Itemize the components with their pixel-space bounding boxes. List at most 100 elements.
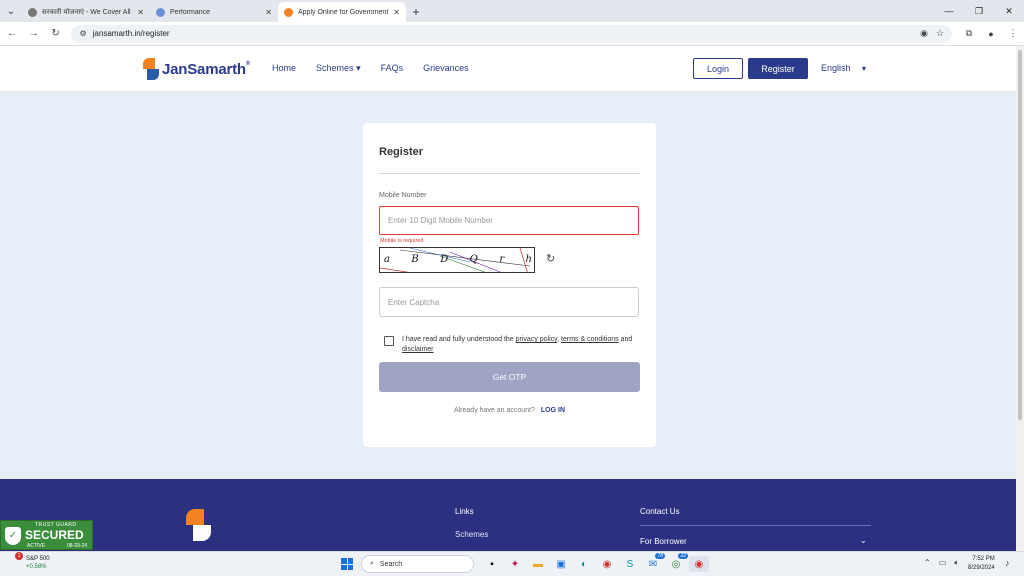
captcha-char: r xyxy=(499,254,505,265)
caret-down-icon: ▼ xyxy=(860,66,868,73)
search-icon: ⌕ xyxy=(370,560,374,567)
already-text: Already have an account? xyxy=(453,407,535,414)
tab-title: Performance xyxy=(170,8,211,16)
favicon-icon xyxy=(284,7,293,17)
url-input[interactable]: ⚙ jansamarth.in/register ◉ ☆ xyxy=(71,24,952,43)
chevron-down-icon[interactable]: ⌄ xyxy=(860,536,867,545)
register-button[interactable]: Register xyxy=(748,58,808,79)
for-borrower-accordion[interactable]: For Borrower xyxy=(640,537,687,546)
restore-icon[interactable]: ❐ xyxy=(964,0,994,22)
mobile-error-text: Mobile is required xyxy=(380,238,424,244)
whatsapp-icon[interactable]: ◎ 22 xyxy=(666,553,688,572)
tab-search-chevron-icon[interactable]: ⌄ xyxy=(0,0,22,22)
bookmark-star-icon[interactable]: ☆ xyxy=(936,28,944,39)
captcha-image: a B D Q r h xyxy=(379,247,535,273)
logo-mark-icon xyxy=(143,58,159,80)
close-icon[interactable]: ✕ xyxy=(265,8,272,17)
terms-link[interactable]: terms & conditions xyxy=(561,336,619,343)
browser-tab-1[interactable]: सरकारी योजनाएं - We Cover All G ✕ xyxy=(22,2,150,22)
browser-tab-3[interactable]: Apply Online for Government S ✕ xyxy=(278,2,406,22)
shield-icon: ✓ xyxy=(5,527,21,545)
caret-down-icon: ▾ xyxy=(356,63,361,73)
register-card: Register Mobile Number Enter 10 Digit Mo… xyxy=(363,123,656,447)
task-view-icon[interactable]: ▪ xyxy=(482,556,502,572)
app-s-icon[interactable]: S xyxy=(620,556,640,572)
network-icon[interactable]: ▭ xyxy=(939,558,947,568)
file-explorer-icon[interactable]: ▬ xyxy=(528,556,548,572)
disclaimer-link[interactable]: disclaimer xyxy=(402,346,434,353)
close-icon[interactable]: ✕ xyxy=(393,8,400,17)
get-otp-button[interactable]: Get OTP xyxy=(379,362,640,392)
favicon-icon xyxy=(28,7,37,17)
close-window-icon[interactable]: ✕ xyxy=(994,0,1024,22)
footer-links-heading: Links xyxy=(455,507,474,516)
taskbar-apps: ▪ ✦ ▬ ▣ ◐ ◉ S ✉ 78 ◎ 22 ◉ xyxy=(482,553,712,572)
copilot-icon[interactable]: ✦ xyxy=(505,556,525,572)
login-button[interactable]: Login xyxy=(693,58,743,79)
registered-mark: ® xyxy=(245,60,251,67)
taskbar-search[interactable]: ⌕ Search xyxy=(361,555,474,573)
windows-taskbar: 1 S&P 500 +0.58% ⌕ Search ▪ ✦ ▬ ▣ ◐ ◉ S ✉… xyxy=(0,551,1024,576)
footer-contact-heading: Contact Us xyxy=(640,507,680,516)
chrome-icon[interactable]: ◉ xyxy=(597,556,617,572)
consent-checkbox[interactable] xyxy=(384,336,394,346)
tab-title: सरकारी योजनाएं - We Cover All G xyxy=(42,8,134,16)
profile-avatar-icon[interactable]: ● xyxy=(980,24,1002,44)
consent-row: I have read and fully understood the pri… xyxy=(384,335,636,355)
browser-tab-strip: ⌄ सरकारी योजनाएं - We Cover All G ✕ Perf… xyxy=(0,0,1024,22)
nav-faqs[interactable]: FAQs xyxy=(381,63,404,74)
site-info-icon[interactable]: ⚙ xyxy=(79,29,86,38)
tray-chevron-icon[interactable]: ⌃ xyxy=(924,558,931,568)
edge-icon[interactable]: ◐ xyxy=(574,556,594,572)
refresh-captcha-icon[interactable]: ↻ xyxy=(546,252,555,265)
clock[interactable]: 7:52 PM 8/29/2024 xyxy=(968,555,995,573)
notification-bell-icon[interactable]: ♪ xyxy=(1005,558,1010,568)
scrollbar-thumb[interactable] xyxy=(1018,50,1022,420)
nav-grievances[interactable]: Grievances xyxy=(423,63,469,74)
eye-off-icon[interactable]: ◉ xyxy=(920,28,928,39)
mobile-label: Mobile Number xyxy=(379,192,427,199)
browser-tab-2[interactable]: Performance ✕ xyxy=(150,2,278,22)
volume-icon[interactable]: 🔈︎ xyxy=(954,558,959,568)
divider xyxy=(379,173,640,174)
new-tab-icon[interactable]: + xyxy=(406,2,426,22)
logo-text: JanSamarth xyxy=(162,60,246,78)
jansamarth-logo[interactable]: JanSamarth® xyxy=(143,58,250,80)
menu-kebab-icon[interactable]: ⋮ xyxy=(1002,24,1024,44)
captcha-char: B xyxy=(411,254,419,265)
language-select[interactable]: English ▼ xyxy=(821,63,867,73)
privacy-policy-link[interactable]: privacy policy xyxy=(516,336,558,343)
favicon-icon xyxy=(156,7,165,17)
mail-icon[interactable]: ✉ 78 xyxy=(643,553,665,572)
url-text: jansamarth.in/register xyxy=(92,29,170,38)
forward-icon[interactable]: → xyxy=(24,24,44,44)
system-tray: ⌃ ▭ 🔈︎ xyxy=(924,558,967,568)
nav-home[interactable]: Home xyxy=(272,63,296,74)
back-icon[interactable]: ← xyxy=(2,24,22,44)
reload-icon[interactable]: ↻ xyxy=(46,24,66,44)
tab-title: Apply Online for Government S xyxy=(298,8,390,16)
minimize-icon[interactable]: — xyxy=(934,0,964,22)
captcha-char: h xyxy=(525,254,532,265)
close-icon[interactable]: ✕ xyxy=(137,8,144,17)
site-footer: Links Schemes Contact Us For Borrower ⌄ xyxy=(0,479,1016,551)
badge-status: ACTIVE xyxy=(27,543,46,549)
stock-widget[interactable]: 1 S&P 500 +0.58% xyxy=(10,552,50,571)
captcha-char: D xyxy=(440,254,449,265)
trust-guard-badge[interactable]: ✓ TRUST GUARD SECURED ACTIVE 08-29-24 xyxy=(0,520,93,550)
footer-schemes-link[interactable]: Schemes xyxy=(455,530,488,539)
time: 7:52 PM xyxy=(972,556,995,562)
already-account: Already have an account? LOG IN xyxy=(363,407,656,414)
extensions-icon[interactable]: ⧉ xyxy=(958,24,980,44)
windows-start-icon[interactable] xyxy=(341,558,353,570)
captcha-char: a xyxy=(384,254,390,265)
mobile-number-input[interactable]: Enter 10 Digit Mobile Number xyxy=(379,206,639,235)
nav-schemes[interactable]: Schemes ▾ xyxy=(316,63,361,74)
captcha-input[interactable]: Enter Captcha xyxy=(379,287,639,317)
widget-badge: 1 xyxy=(15,552,23,560)
page-scrollbar[interactable] xyxy=(1016,46,1024,551)
chrome-active-icon[interactable]: ◉ xyxy=(689,556,709,572)
store-icon[interactable]: ▣ xyxy=(551,556,571,572)
footer-logo-icon xyxy=(186,509,212,541)
login-link[interactable]: LOG IN xyxy=(541,407,565,414)
